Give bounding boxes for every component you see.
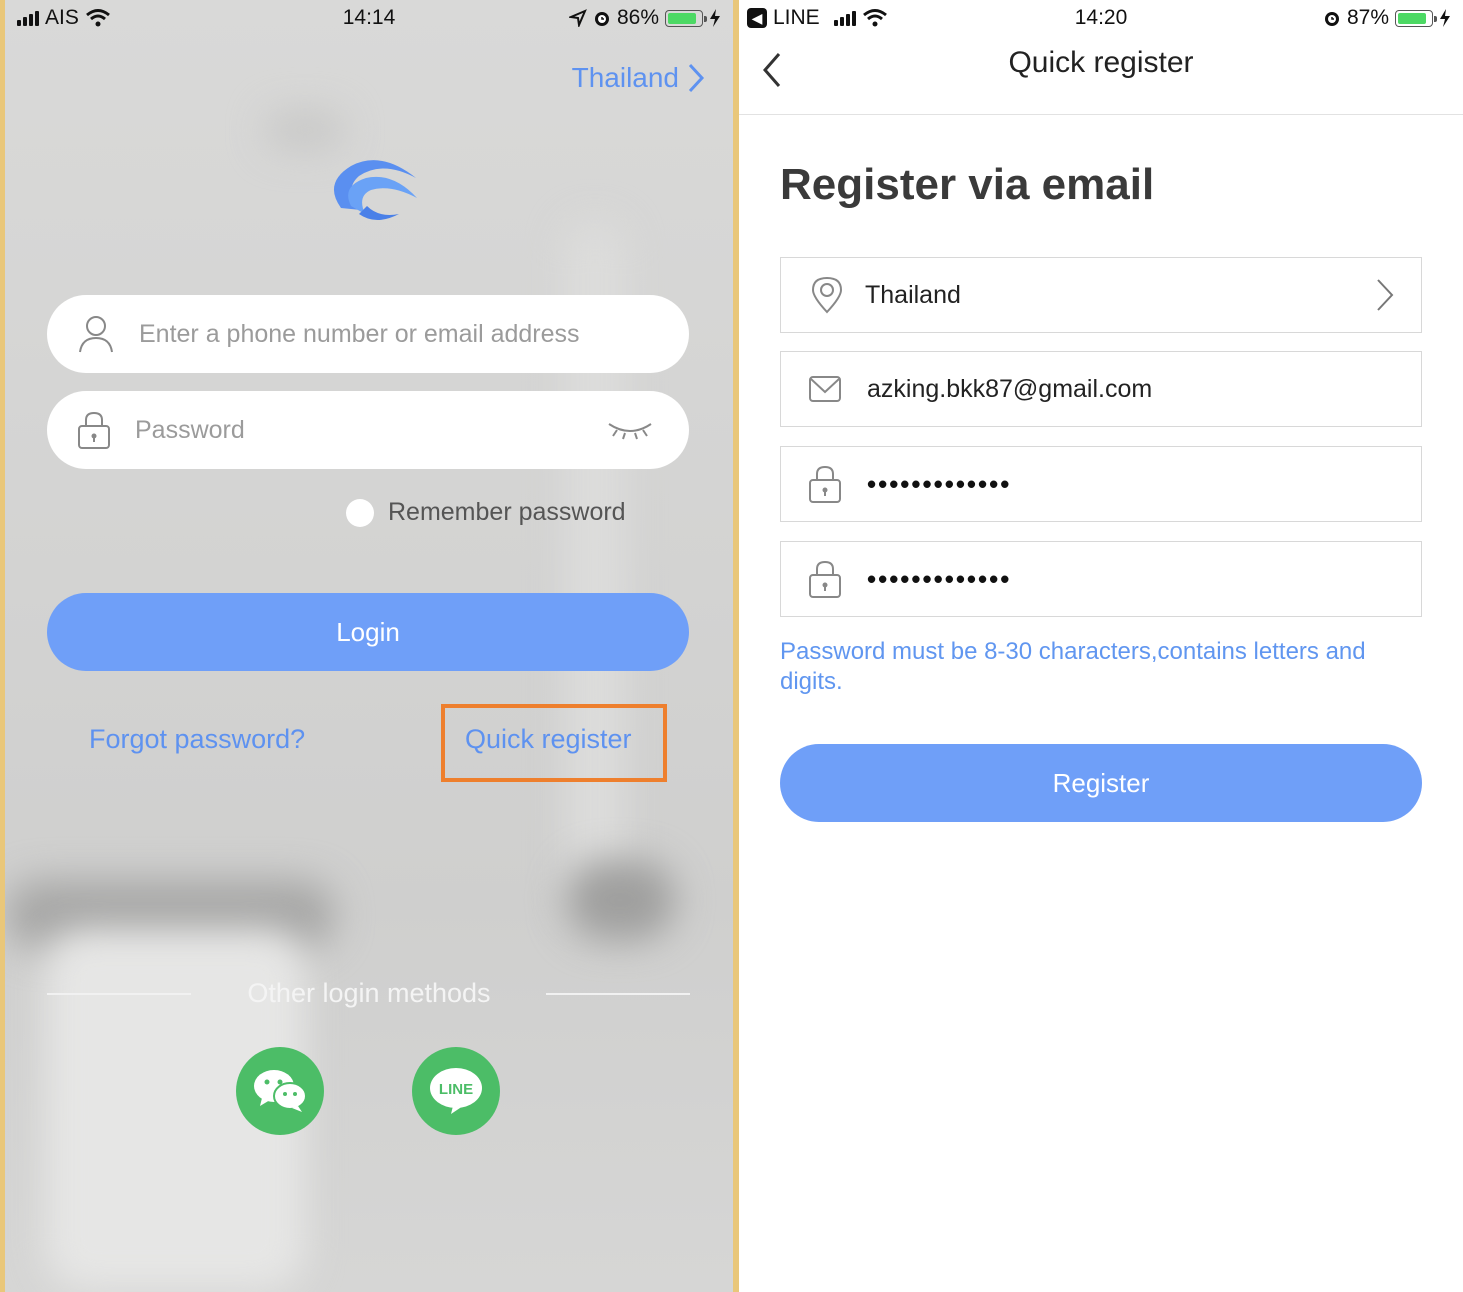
remember-label: Remember password [388, 498, 626, 526]
location-arrow-icon [568, 9, 587, 27]
alarm-icon [1324, 12, 1339, 26]
wechat-icon [254, 1070, 307, 1112]
line-icon: LINE [430, 1068, 482, 1114]
battery-icon [1395, 9, 1437, 27]
password-hint: Password must be 8-30 characters,contain… [780, 638, 1366, 695]
line-icon-text: LINE [439, 1081, 473, 1098]
lock-icon [809, 560, 841, 598]
nav-bar: Quick register [739, 36, 1463, 115]
account-input[interactable]: Enter a phone number or email address [47, 295, 689, 373]
location-pin-icon [811, 276, 843, 314]
remember-password-toggle[interactable]: Remember password [346, 498, 626, 527]
country-selector[interactable]: Thailand [572, 62, 705, 94]
password-input[interactable]: Password [47, 391, 689, 469]
remember-radio[interactable] [346, 498, 374, 527]
lock-icon [809, 465, 841, 503]
status-time: 14:20 [1074, 6, 1128, 29]
email-value: azking.bkk87@gmail.com [867, 374, 1153, 403]
login-button[interactable]: Login [47, 593, 689, 671]
highlight-box [441, 704, 667, 782]
app-logo [333, 160, 417, 220]
forgot-password-link[interactable]: Forgot password? [89, 724, 305, 755]
status-bar: ◀ LINE 14:20 87% [739, 0, 1463, 36]
line-login-button[interactable]: LINE [412, 1047, 500, 1135]
eye-closed-icon[interactable] [607, 420, 653, 440]
battery-percent: 86% [616, 6, 659, 29]
login-screen: AIS 14:14 86% Thailand Enter a phone num… [5, 0, 733, 1292]
status-time: 14:14 [342, 6, 396, 29]
background-blur [565, 860, 675, 940]
password-value: ••••••••••••• [867, 468, 1012, 499]
register-screen: ◀ LINE 14:20 87% Quick register Register… [739, 0, 1463, 1292]
battery-percent: 87% [1346, 6, 1389, 29]
register-button[interactable]: Register [780, 744, 1422, 822]
user-icon [79, 316, 113, 353]
password-field[interactable]: ••••••••••••• [780, 446, 1422, 522]
country-label: Thailand [571, 62, 679, 93]
confirm-password-field[interactable]: ••••••••••••• [780, 541, 1422, 617]
account-placeholder: Enter a phone number or email address [139, 319, 580, 348]
envelope-icon [809, 376, 841, 402]
other-login-methods-label: Other login methods [247, 978, 491, 1008]
country-value: Thailand [865, 280, 961, 309]
confirm-password-value: ••••••••••••• [867, 563, 1012, 594]
charging-icon [710, 9, 720, 27]
password-placeholder: Password [135, 415, 245, 444]
status-bar: AIS 14:14 86% [5, 0, 733, 36]
email-field[interactable]: azking.bkk87@gmail.com [780, 351, 1422, 427]
register-heading: Register via email [780, 160, 1155, 209]
lock-icon [78, 411, 110, 449]
country-field[interactable]: Thailand [780, 257, 1422, 333]
charging-icon [1440, 9, 1450, 27]
page-title: Quick register [1008, 46, 1194, 79]
chevron-right-icon [688, 63, 705, 93]
battery-icon [665, 9, 707, 27]
alarm-icon [594, 12, 609, 26]
background-blur [265, 110, 345, 150]
chevron-right-icon [1377, 279, 1394, 311]
wechat-login-button[interactable] [236, 1047, 324, 1135]
